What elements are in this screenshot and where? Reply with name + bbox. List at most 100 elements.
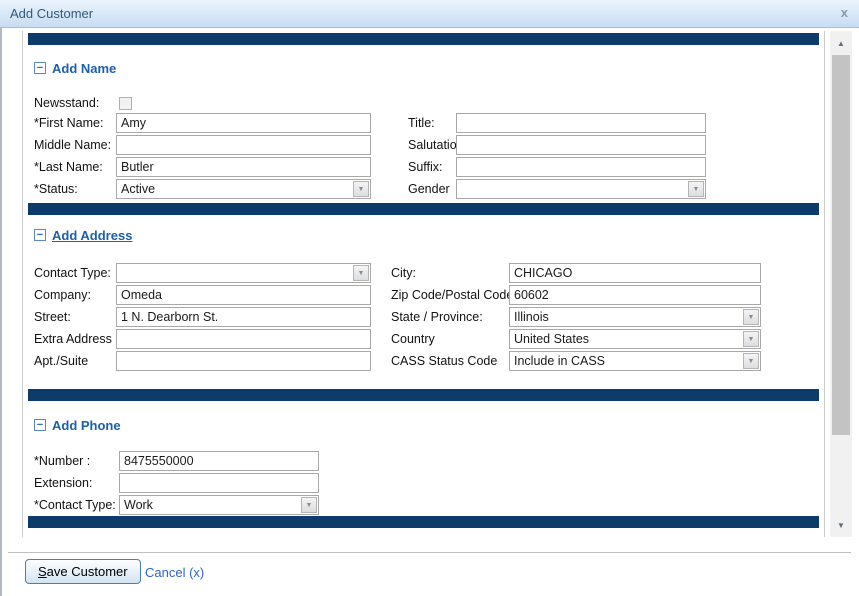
dropdown-arrow-button[interactable]: ▼ [353,181,369,197]
country-value: United States [510,330,742,348]
salutation-label: Salutation: [408,138,456,152]
last-name-input[interactable] [116,157,371,177]
form-row: Extra Address Country United States ▼ [34,329,761,349]
state-province-dropdown[interactable]: Illinois ▼ [509,307,761,327]
middle-name-input[interactable] [116,135,371,155]
extension-label: Extension: [34,476,119,490]
form-scroll-panel: − Add Name Newsstand: *First Name: Title… [22,31,825,537]
street-input[interactable] [116,307,371,327]
extra-address-label: Extra Address [34,332,116,346]
dropdown-arrow-button[interactable]: ▼ [353,265,369,281]
phone-contact-type-dropdown[interactable]: Work ▼ [119,495,319,515]
add-address-section-header: − Add Address [34,227,132,243]
section-divider-bar [28,33,819,45]
street-label: Street: [34,310,116,324]
dropdown-arrow-button[interactable]: ▼ [743,309,759,325]
form-row: Newsstand: [34,95,706,111]
suffix-label: Suffix: [408,160,456,174]
add-phone-section-header: − Add Phone [34,417,121,433]
form-row: Apt./Suite CASS Status Code Include in C… [34,351,761,371]
phone-number-input[interactable] [119,451,319,471]
chevron-down-icon: ▼ [306,502,313,509]
cass-status-label: CASS Status Code [391,354,509,368]
add-phone-section: *Number : Extension: *Contact Type: Work… [34,451,319,517]
first-name-input[interactable] [116,113,371,133]
form-row: Middle Name: Salutation: [34,135,706,155]
scroll-down-icon: ▼ [837,521,845,530]
city-input[interactable] [509,263,761,283]
title-input[interactable] [456,113,706,133]
scroll-down-button[interactable]: ▼ [830,517,852,533]
zip-code-input[interactable] [509,285,761,305]
cass-status-dropdown[interactable]: Include in CASS ▼ [509,351,761,371]
form-row: *Status: Active ▼ Gender ▼ [34,179,706,199]
add-name-section-header: − Add Name [34,60,116,76]
extension-input[interactable] [119,473,319,493]
vertical-scrollbar[interactable]: ▲ ▼ [830,31,852,537]
chevron-down-icon: ▼ [748,314,755,321]
cancel-link[interactable]: Cancel (x) [145,565,204,580]
last-name-label: *Last Name: [34,160,116,174]
contact-type-label: Contact Type: [34,266,116,280]
collapse-icon[interactable]: − [34,419,46,431]
gender-label: Gender [408,182,456,196]
status-value: Active [117,180,352,198]
state-province-label: State / Province: [391,310,509,324]
first-name-label: *First Name: [34,116,116,130]
status-label: *Status: [34,182,116,196]
company-label: Company: [34,288,116,302]
phone-number-label: *Number : [34,454,119,468]
section-divider-bar [28,389,819,401]
dropdown-arrow-button[interactable]: ▼ [743,353,759,369]
city-label: City: [391,266,509,280]
suffix-input[interactable] [456,157,706,177]
section-divider-bar [28,203,819,215]
chevron-down-icon: ▼ [358,270,365,277]
chevron-down-icon: ▼ [693,186,700,193]
extra-address-input[interactable] [116,329,371,349]
form-row: *Number : [34,451,319,471]
section-title: Add Name [52,61,116,76]
collapse-icon[interactable]: − [34,62,46,74]
middle-name-label: Middle Name: [34,138,116,152]
dropdown-arrow-button[interactable]: ▼ [743,331,759,347]
scroll-up-button[interactable]: ▲ [830,35,852,51]
save-customer-label: Save Customer [38,564,128,579]
dropdown-arrow-button[interactable]: ▼ [301,497,317,513]
add-address-section: Contact Type: ▼ City: Company: Zip Code/… [34,263,761,373]
collapse-icon[interactable]: − [34,229,46,241]
close-icon[interactable]: x [841,5,848,20]
form-row: *Contact Type: Work ▼ [34,495,319,515]
footer-divider [8,552,851,553]
form-row: Extension: [34,473,319,493]
section-title: Add Phone [52,418,121,433]
form-row: Street: State / Province: Illinois ▼ [34,307,761,327]
apt-suite-input[interactable] [116,351,371,371]
salutation-input[interactable] [456,135,706,155]
apt-suite-label: Apt./Suite [34,354,116,368]
phone-contact-type-value: Work [120,496,300,514]
scroll-up-icon: ▲ [837,39,845,48]
form-row: *Last Name: Suffix: [34,157,706,177]
dialog-titlebar: Add Customer x [0,0,859,28]
section-divider-bar [28,516,819,528]
form-row: Company: Zip Code/Postal Code: [34,285,761,305]
chevron-down-icon: ▼ [748,336,755,343]
title-label: Title: [408,116,456,130]
contact-type-dropdown[interactable]: ▼ [116,263,371,283]
status-dropdown[interactable]: Active ▼ [116,179,371,199]
gender-dropdown[interactable]: ▼ [456,179,706,199]
scrollbar-thumb[interactable] [832,55,850,435]
company-input[interactable] [116,285,371,305]
form-row: Contact Type: ▼ City: [34,263,761,283]
add-customer-dialog: Add Customer x − Add Name Newsstand: *Fi… [0,0,859,596]
newsstand-label: Newsstand: [34,96,116,110]
country-dropdown[interactable]: United States ▼ [509,329,761,349]
dropdown-arrow-button[interactable]: ▼ [688,181,704,197]
newsstand-checkbox[interactable] [119,97,132,110]
chevron-down-icon: ▼ [358,186,365,193]
window-left-border [0,28,2,596]
cass-status-value: Include in CASS [510,352,742,370]
zip-code-label: Zip Code/Postal Code: [391,288,509,302]
save-customer-button[interactable]: Save Customer [25,559,141,584]
